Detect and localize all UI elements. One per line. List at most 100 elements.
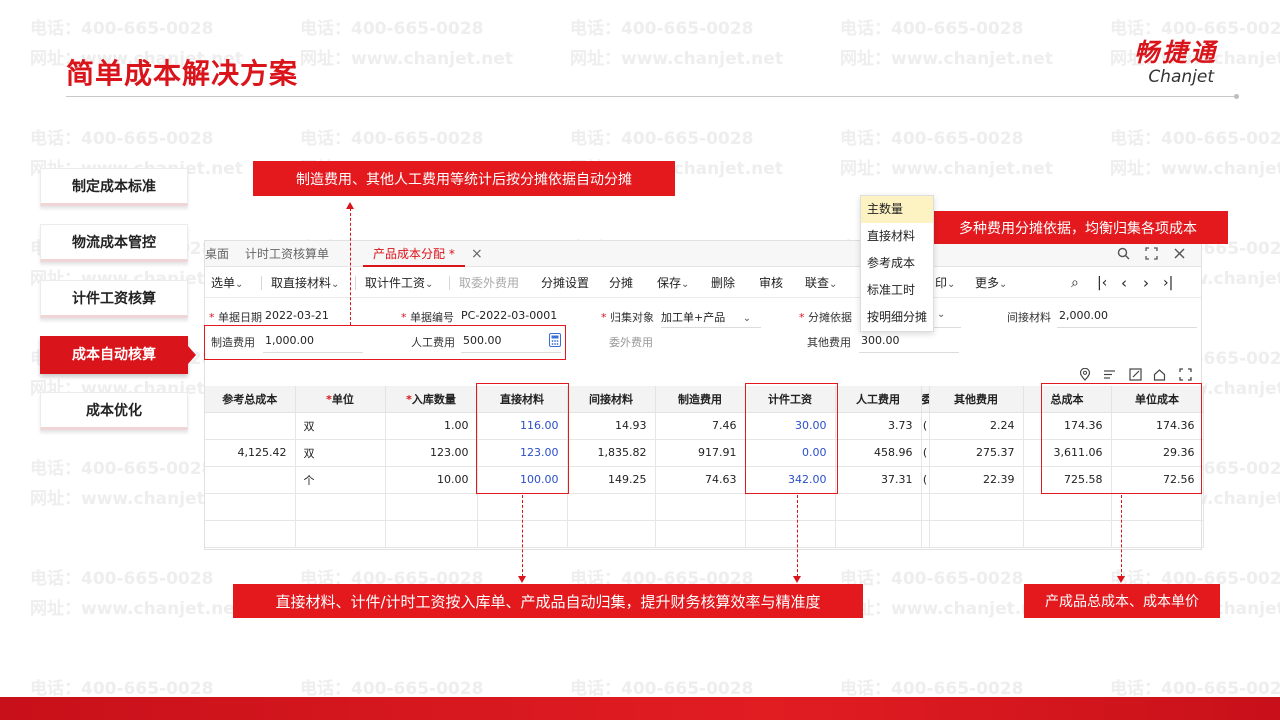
table-row[interactable]: 个 10.00 100.00 149.25 74.63 342.00 37.31(22.39…: [205, 466, 1204, 494]
alloc-basis-chevron[interactable]: ⌄: [937, 307, 945, 320]
tab-product-cost-alloc[interactable]: 产品成本分配 *: [363, 241, 465, 267]
table-cell[interactable]: 双: [295, 439, 386, 467]
table-cell[interactable]: [921, 520, 930, 548]
other-expense-field[interactable]: 300.00: [861, 334, 900, 347]
tab-time-wage[interactable]: 计时工资核算单: [245, 241, 329, 267]
table-cell[interactable]: [295, 520, 386, 548]
column-header[interactable]: *单位: [295, 386, 386, 413]
table-cell[interactable]: [1023, 520, 1112, 548]
last-page-icon[interactable]: ›|: [1163, 268, 1173, 298]
table-cell[interactable]: (: [921, 466, 930, 494]
expand-icon[interactable]: [1145, 247, 1158, 264]
table-cell[interactable]: [205, 493, 296, 521]
table-cell[interactable]: 275.37: [929, 439, 1024, 467]
locate-icon[interactable]: ⌕: [1071, 268, 1079, 298]
doc-number-field[interactable]: PC-2022-03-0001: [461, 309, 557, 322]
column-header[interactable]: *入库数量: [385, 386, 478, 413]
location-icon[interactable]: [1079, 367, 1091, 385]
toolbar-delete-button[interactable]: 删除: [711, 268, 735, 298]
dropdown-option[interactable]: 按明细分摊: [861, 304, 933, 331]
column-header[interactable]: 计件工资: [745, 386, 836, 413]
table-cell[interactable]: [835, 520, 922, 548]
toolbar-alloc-button[interactable]: 分摊: [609, 268, 633, 298]
column-header[interactable]: 参考总成本: [205, 386, 296, 413]
table-cell[interactable]: [1111, 493, 1204, 521]
toolbar-select-button[interactable]: 选单⌄: [211, 268, 243, 298]
table-cell[interactable]: 1,835.82: [567, 439, 656, 467]
table-cell[interactable]: 725.58: [1023, 466, 1112, 494]
table-cell[interactable]: 123.00: [385, 439, 478, 467]
dropdown-option[interactable]: 标准工时: [861, 277, 933, 304]
prev-page-icon[interactable]: ‹: [1121, 268, 1127, 298]
nav-item-auto-costing[interactable]: 成本自动核算: [40, 336, 188, 374]
toolbar-take-outsource-button[interactable]: 取委外费用: [459, 268, 519, 298]
collect-target-select[interactable]: 加工单+产品 ⌄: [661, 309, 751, 325]
table-cell[interactable]: 29.36: [1111, 439, 1204, 467]
table-cell[interactable]: (: [921, 439, 930, 467]
fullscreen-icon[interactable]: [1179, 368, 1192, 385]
table-cell[interactable]: 72.56: [1111, 466, 1204, 494]
table-cell[interactable]: (: [921, 412, 930, 440]
next-page-icon[interactable]: ›: [1143, 268, 1149, 298]
date-field[interactable]: 2022-03-21: [265, 309, 329, 322]
table-cell[interactable]: 74.63: [655, 466, 746, 494]
table-cell[interactable]: [745, 520, 836, 548]
table-cell[interactable]: 个: [295, 466, 386, 494]
search-icon[interactable]: [1117, 247, 1130, 264]
toolbar-more-button[interactable]: 更多⌄: [975, 268, 1007, 298]
table-cell[interactable]: 149.25: [567, 466, 656, 494]
table-cell[interactable]: 22.39: [929, 466, 1024, 494]
filter-icon[interactable]: [1103, 368, 1116, 385]
table-cell[interactable]: 37.31: [835, 466, 922, 494]
table-cell[interactable]: [835, 493, 922, 521]
table-cell[interactable]: 14.93: [567, 412, 656, 440]
first-page-icon[interactable]: |‹: [1097, 268, 1107, 298]
dropdown-option[interactable]: 参考成本: [861, 250, 933, 277]
column-header[interactable]: 委: [921, 386, 930, 413]
dropdown-option[interactable]: 主数量: [861, 196, 933, 223]
column-header[interactable]: 制造费用: [655, 386, 746, 413]
table-row[interactable]: 双 1.00 116.00 14.93 7.46 30.00 3.73(2.24 174.36…: [205, 412, 1204, 440]
table-cell[interactable]: 174.36: [1111, 412, 1204, 440]
table-cell[interactable]: 7.46: [655, 412, 746, 440]
table-cell[interactable]: [567, 493, 656, 521]
toolbar-print-button[interactable]: 印⌄: [935, 268, 955, 298]
labor-expense-field[interactable]: 500.00: [463, 334, 502, 347]
table-cell[interactable]: [921, 493, 930, 521]
table-cell[interactable]: 458.96: [835, 439, 922, 467]
column-header[interactable]: 总成本: [1023, 386, 1112, 413]
tab-close-icon[interactable]: ×: [471, 241, 483, 267]
export-icon[interactable]: [1129, 368, 1142, 385]
tab-desktop[interactable]: 桌面: [205, 241, 229, 267]
indirect-material-field[interactable]: 2,000.00: [1059, 309, 1108, 322]
column-header[interactable]: 间接材料: [567, 386, 656, 413]
table-cell[interactable]: [655, 520, 746, 548]
toolbar-take-material-button[interactable]: 取直接材料⌄: [271, 268, 339, 298]
table-cell[interactable]: [655, 493, 746, 521]
nav-item-logistics-cost[interactable]: 物流成本管控: [40, 224, 188, 262]
nav-item-piece-wage[interactable]: 计件工资核算: [40, 280, 188, 318]
table-cell[interactable]: 123.00: [477, 439, 568, 467]
table-row-empty[interactable]: [205, 493, 1204, 521]
table-cell[interactable]: 4,125.42: [205, 439, 296, 467]
nav-item-cost-standard[interactable]: 制定成本标准: [40, 168, 188, 206]
table-cell[interactable]: 0.00: [745, 439, 836, 467]
table-row[interactable]: 4,125.42 双 123.00 123.00 1,835.82 917.91 0.00 4…: [205, 439, 1204, 467]
table-cell[interactable]: 1.00: [385, 412, 478, 440]
toolbar-linked-button[interactable]: 联查⌄: [805, 268, 837, 298]
dropdown-option[interactable]: 直接材料: [861, 223, 933, 250]
table-cell[interactable]: 3,611.06: [1023, 439, 1112, 467]
table-cell[interactable]: [205, 466, 296, 494]
calculator-icon[interactable]: [549, 333, 561, 351]
column-header[interactable]: 人工费用: [835, 386, 922, 413]
toolbar-alloc-setting-button[interactable]: 分摊设置: [541, 268, 589, 298]
table-cell[interactable]: 10.00: [385, 466, 478, 494]
table-cell[interactable]: 917.91: [655, 439, 746, 467]
table-cell[interactable]: [205, 520, 296, 548]
home-icon[interactable]: [1153, 368, 1166, 385]
table-cell[interactable]: 3.73: [835, 412, 922, 440]
table-row-empty[interactable]: [205, 520, 1204, 548]
nav-item-cost-optimize[interactable]: 成本优化: [40, 392, 188, 430]
table-cell[interactable]: [1111, 520, 1204, 548]
table-cell[interactable]: [567, 520, 656, 548]
